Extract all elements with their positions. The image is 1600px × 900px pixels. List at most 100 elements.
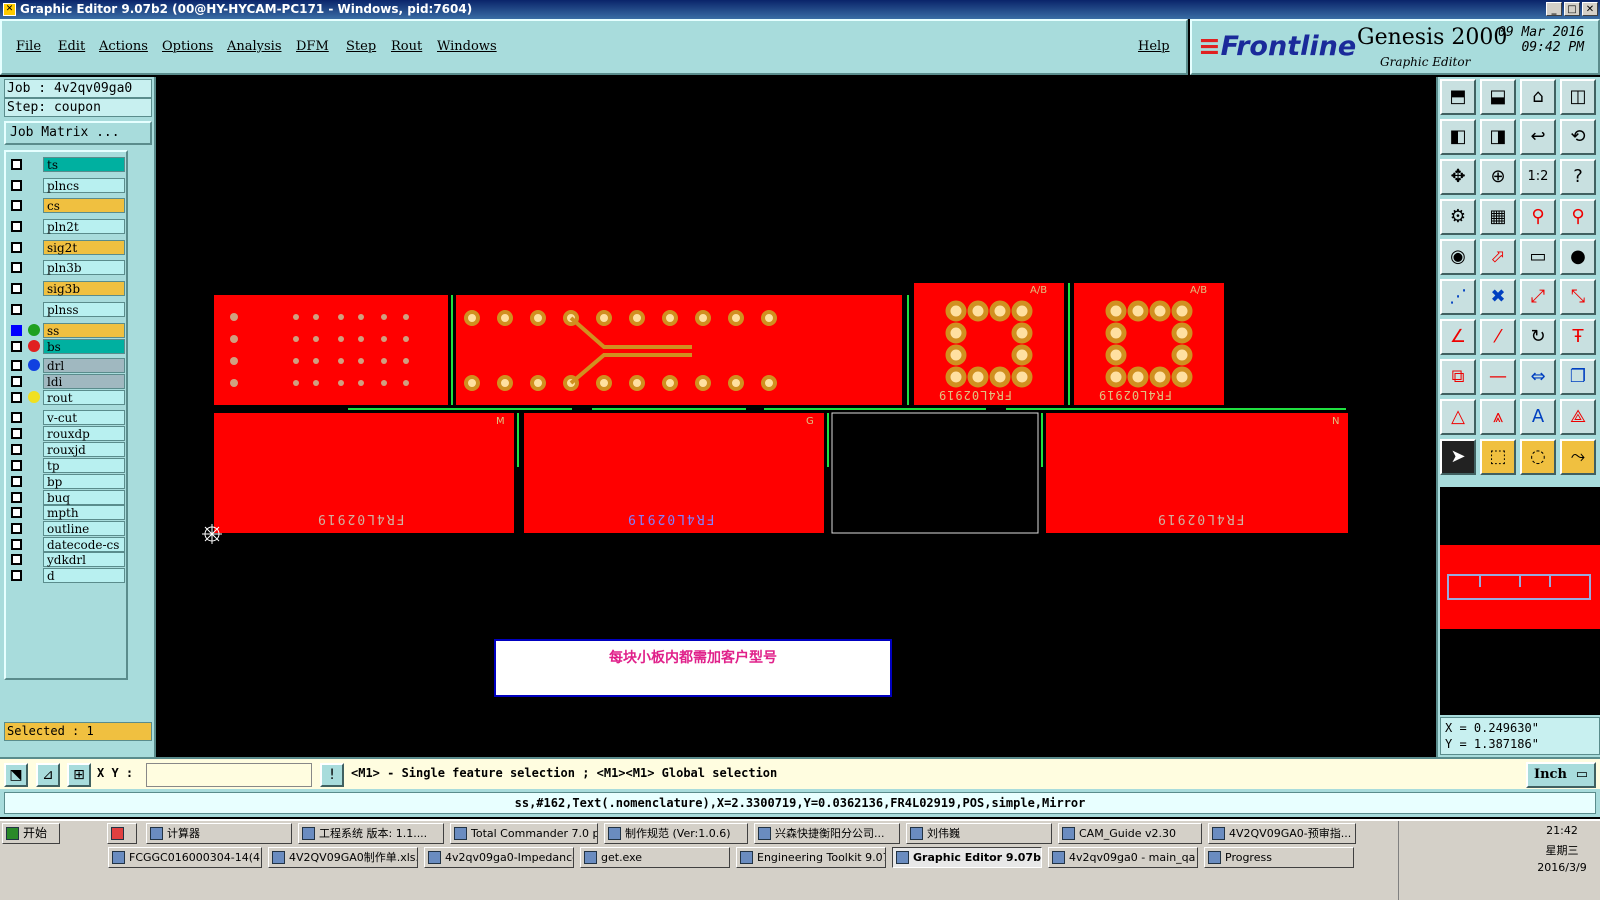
zoom-page-icon[interactable]: ⬒ [1440,79,1476,115]
layer-row-pln2t[interactable]: pln2t [9,219,125,234]
layer-name[interactable]: sig3b [43,281,125,296]
layer-checkbox[interactable] [11,341,22,352]
menu-dfm[interactable]: DFM [296,39,329,54]
snap-red-icon[interactable]: ⚲ [1520,199,1556,235]
layer-row-sig3b[interactable]: sig3b [9,281,125,296]
graphic-canvas[interactable]: FR4L02919 FR4L02919 FR4L02919 FR4L02919 … [156,77,1434,757]
layer-name[interactable]: rouxjd [43,442,125,457]
taskbar-item[interactable]: Engineering Toolkit 9.07... [736,847,886,868]
layer-name[interactable]: ldi [43,374,125,389]
job-matrix-button[interactable]: Job Matrix ... [4,121,152,145]
layer-row-plnss[interactable]: plnss [9,302,125,317]
select-box-icon[interactable]: ⬚ [1480,439,1516,475]
layer-row-pln3b[interactable]: pln3b [9,260,125,275]
window-icon[interactable]: ◫ [1560,79,1596,115]
pad-icon[interactable]: ◉ [1440,239,1476,275]
text-icon[interactable]: Ŧ [1560,319,1596,355]
layer-name[interactable]: pln2t [43,219,125,234]
connect-icon[interactable]: ⋰ [1440,279,1476,315]
angle-mode-icon[interactable]: ⊿ [36,763,60,787]
layer-row-d[interactable]: d [9,568,125,583]
taskbar-item[interactable]: 4v2qv09ga0 - main_qa [1048,847,1198,868]
grid-icon[interactable]: ▦ [1480,199,1516,235]
layer-name[interactable]: v-cut [43,410,125,425]
layer-name[interactable]: bp [43,474,125,489]
layer-checkbox[interactable] [11,360,22,371]
taskbar-item[interactable]: CAM_Guide v2.30 [1058,823,1202,844]
layer-name[interactable]: plnss [43,302,125,317]
layer-row-tp[interactable]: tp [9,458,125,473]
route-icon[interactable]: ⤡ [1560,279,1596,315]
layer-name[interactable]: rouxdp [43,426,125,441]
layer-checkbox[interactable] [11,539,22,550]
grid-mode-icon[interactable]: ⊞ [67,763,91,787]
layer-row-cs[interactable]: cs [9,198,125,213]
pan-left-icon[interactable]: ◧ [1440,119,1476,155]
snap-blue-icon[interactable]: ⚲ [1560,199,1596,235]
alert-icon[interactable]: ! [320,763,344,787]
layer-checkbox[interactable] [11,507,22,518]
scale-icon[interactable]: 1:2 [1520,159,1556,195]
snap-mode-icon[interactable]: ⬔ [4,763,28,787]
layer-name[interactable]: ts [43,157,125,172]
taskbar-item[interactable]: FCGGC016000304-14(4... [108,847,262,868]
slash-icon[interactable]: ⁄ [1480,319,1516,355]
menu-help[interactable]: Help [1138,39,1170,54]
layer-checkbox[interactable] [11,242,22,253]
layer-row-outline[interactable]: outline [9,521,125,536]
fit-icon[interactable]: ✥ [1440,159,1476,195]
warn-4-icon[interactable]: ⟁ [1560,399,1596,435]
layer-row-rouxjd[interactable]: rouxjd [9,442,125,457]
move-pad-icon[interactable]: ⤢ [1520,279,1556,315]
layer-checkbox[interactable] [11,444,22,455]
minimap[interactable] [1440,487,1600,715]
taskbar-item[interactable]: 兴森快捷衡阳分公司... [754,823,900,844]
taskbar-item[interactable]: Total Commander 7.0 p... [450,823,598,844]
layer-row-plncs[interactable]: plncs [9,178,125,193]
dimension-icon[interactable]: ⇔ [1520,359,1556,395]
arc-icon[interactable]: ↻ [1520,319,1556,355]
minimize-button[interactable]: _ [1546,2,1562,16]
menu-analysis[interactable]: Analysis [227,39,282,54]
layer-checkbox[interactable] [11,392,22,403]
layer-row-ldi[interactable]: ldi [9,374,125,389]
taskbar-item[interactable]: 4v2qv09ga0-Impedance... [424,847,574,868]
layer-row-bp[interactable]: bp [9,474,125,489]
layer-name[interactable]: datecode-cs [43,537,125,552]
layer-name[interactable]: rout [43,390,125,405]
menu-windows[interactable]: Windows [437,39,497,54]
layer-name[interactable]: pln3b [43,260,125,275]
unit-selector[interactable]: Inch ▭ [1526,762,1596,788]
zoom-back-icon[interactable]: ↩ [1520,119,1556,155]
layer-checkbox[interactable] [11,325,22,336]
layer-name[interactable]: plncs [43,178,125,193]
circle-icon[interactable]: ● [1560,239,1596,275]
taskbar-item[interactable]: Progress [1204,847,1354,868]
taskbar-item[interactable]: Graphic Editor 9.07b2... [892,847,1042,868]
cross-icon[interactable]: ✖ [1480,279,1516,315]
layer-checkbox[interactable] [11,492,22,503]
layer-row-rouxdp[interactable]: rouxdp [9,426,125,441]
line-icon[interactable]: ⬀ [1480,239,1516,275]
layer-checkbox[interactable] [11,554,22,565]
select-path-icon[interactable]: ⤳ [1560,439,1596,475]
layer-checkbox[interactable] [11,262,22,273]
menu-file[interactable]: File [16,39,41,54]
close-button[interactable]: ✕ [1582,2,1598,16]
xy-input[interactable] [146,763,312,787]
ruler-icon[interactable]: ▭ [1520,239,1556,275]
layer-row-ydkdrl[interactable]: ydkdrl [9,552,125,567]
menu-actions[interactable]: Actions [99,39,148,54]
taskbar-item[interactable]: 工程系统 版本: 1.1.... [298,823,444,844]
layer-checkbox[interactable] [11,476,22,487]
help-icon[interactable]: ? [1560,159,1596,195]
layer-checkbox[interactable] [11,460,22,471]
layer-name[interactable]: d [43,568,125,583]
select-arrow-icon[interactable]: ➤ [1440,439,1476,475]
layer-row-ts[interactable]: ts [9,157,125,172]
pan-right-icon[interactable]: ◨ [1480,119,1516,155]
layer-checkbox[interactable] [11,523,22,534]
layer-row-bs[interactable]: bs [9,339,125,354]
start-button[interactable]: 开始 [2,823,60,844]
menu-options[interactable]: Options [162,39,213,54]
